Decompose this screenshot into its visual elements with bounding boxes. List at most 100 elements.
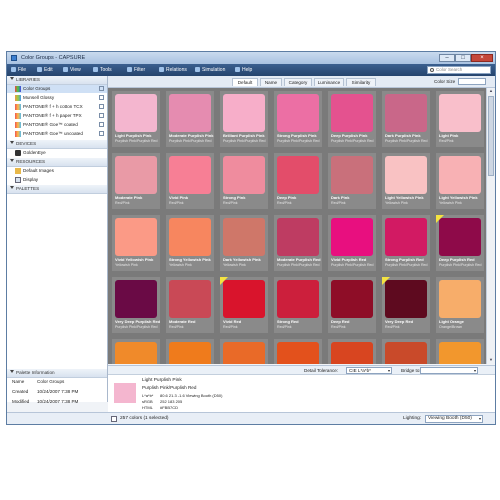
color-size-label: Color Size [434,79,456,84]
tab-luminance[interactable]: Luminance [314,78,344,86]
color-swatch [169,342,211,364]
libraries-header-label: LIBRARIES [16,77,40,82]
scroll-thumb[interactable] [488,96,494,176]
swatch-card[interactable]: Deep Red Red/Pink [328,277,376,333]
swatch-card[interactable]: Strong Purplish Red Purplish Pink/Purplis… [382,215,430,271]
swatch-card[interactable]: Strong Pink Red/Pink [220,153,268,209]
menu-file[interactable]: File [11,66,26,74]
swatch-card[interactable]: Dark Pink Red/Pink [328,153,376,209]
open-icon[interactable] [99,113,104,118]
library-item-goe-uncoated[interactable]: PANTONE® Goe™ uncoated [7,130,107,138]
menu-relations-label: Relations [166,67,187,73]
library-label: PANTONE® Goe™ coated [23,122,78,127]
swatch-card[interactable] [166,339,214,364]
resource-item-display[interactable]: Display [7,176,107,184]
swatch-category: Yellowish Pink [223,263,246,267]
menu-relations[interactable]: Relations [159,66,187,74]
color-size-slider[interactable] [458,78,486,85]
devices-header[interactable]: DEVICES [7,140,107,149]
swatch-card[interactable]: Moderate Purplish Pink Purplish Pink/Purp… [166,91,214,147]
swatch-card[interactable]: Deep Purplish Red Purplish Pink/Purplish … [436,215,484,271]
open-icon[interactable] [99,131,104,136]
swatch-category: Purplish Pink/Purplish Red [115,139,158,143]
tab-category[interactable]: Category [284,78,312,86]
open-icon[interactable] [99,95,104,100]
scroll-up-icon[interactable]: ▲ [488,88,494,94]
menu-help[interactable]: Help [235,66,252,74]
swatch-name: Moderate Red [169,319,196,324]
swatch-card[interactable]: Vivid Purplish Red Purplish Pink/Purplish… [328,215,376,271]
tab-name[interactable]: Name [260,78,282,86]
tab-default[interactable]: Default [232,78,258,86]
swatch-card[interactable]: Light Orange Orange/Brown [436,277,484,333]
library-item-munsell[interactable]: Munsell Glossy [7,94,107,102]
swatch-card[interactable]: Light Yellowish Pink Yellowish Pink [436,153,484,209]
swatch-card[interactable]: Vivid Yellowish Pink Yellowish Pink [112,215,160,271]
swatch-card[interactable]: Vivid Pink Red/Pink [166,153,214,209]
palettes-header[interactable]: PALETTES [7,185,107,194]
swatch-card[interactable]: Moderate Purplish Red Purplish Pink/Purpl… [274,215,322,271]
swatch-card[interactable]: Strong Purplish Pink Purplish Pink/Purpli… [274,91,322,147]
document-icon [111,416,117,422]
menu-help-label: Help [242,67,253,73]
swatch-card[interactable] [382,339,430,364]
menu-edit[interactable]: Edit [37,66,53,74]
swatch-card[interactable]: Very Deep Red Red/Pink [382,277,430,333]
bridge-select[interactable]: ▾ [420,367,478,374]
resources-header[interactable]: RESOURCES [7,158,107,167]
swatch-card[interactable] [220,339,268,364]
color-search-input[interactable]: Color Search [427,66,491,74]
color-swatch [439,342,481,364]
swatch-card[interactable]: Light Purplish Pink Purplish Pink/Purplis… [112,91,160,147]
color-swatch [277,94,319,132]
swatch-card[interactable]: Very Deep Purplish Red Purplish Pink/Purp… [112,277,160,333]
swatch-card[interactable] [112,339,160,364]
swatch-card[interactable]: Light Pink Red/Pink [436,91,484,147]
maximize-button[interactable]: □ [455,54,471,62]
swatch-category: Red/Pink [223,325,238,329]
swatch-card[interactable]: Dark Yellowish Pink Yellowish Pink [220,215,268,271]
library-item-pantone-tcx[interactable]: PANTONE® f + h cotton TCX [7,103,107,111]
color-swatch [331,94,373,132]
swatch-card[interactable]: Moderate Red Red/Pink [166,277,214,333]
vertical-scrollbar[interactable]: ▲ ▼ [486,88,495,364]
swatch-card[interactable]: Strong Yellowish Pink Yellowish Pink [166,215,214,271]
swatch-card[interactable]: Moderate Pink Red/Pink [112,153,160,209]
minimize-button[interactable]: – [439,54,455,62]
swatch-card[interactable] [328,339,376,364]
scroll-down-icon[interactable]: ▼ [488,357,494,363]
open-icon[interactable] [99,122,104,127]
swatch-card[interactable]: Dark Purplish Pink Purplish Pink/Purplish… [382,91,430,147]
library-item-goe-coated[interactable]: PANTONE® Goe™ coated [7,121,107,129]
swatch-card[interactable]: Light Yellowish Pink Yellowish Pink [382,153,430,209]
color-swatch [115,156,157,194]
menu-tools[interactable]: Tools [93,66,112,74]
swatch-card[interactable] [274,339,322,364]
swatch-card[interactable] [436,339,484,364]
swatch-name: Vivid Red [223,319,242,324]
close-button[interactable]: × [471,54,493,62]
swatch-card[interactable]: Deep Pink Red/Pink [274,153,322,209]
library-label: Color Groups [23,86,51,91]
palette-info-header-label: Palette Information [16,370,55,375]
resource-item-default-images[interactable]: Default Images [7,167,107,175]
libraries-header[interactable]: LIBRARIES [7,76,107,85]
library-item-color-groups[interactable]: Color Groups [7,85,107,93]
library-item-pantone-tpx[interactable]: PANTONE® f + h paper TPX [7,112,107,120]
swatch-category: Purplish Pink/Purplish Red [439,263,482,267]
swatch-card[interactable]: Brilliant Purplish Pink Purplish Pink/Pur… [220,91,268,147]
palette-info-header[interactable]: Palette Information [7,369,107,378]
menu-filter[interactable]: Filter [127,66,145,74]
swatch-card[interactable]: Vivid Red Red/Pink [220,277,268,333]
tab-similarity[interactable]: Similarity [346,78,376,86]
menu-view[interactable]: View [63,66,81,74]
tolerance-select[interactable]: CIE L*a*b* ▾ [346,367,392,374]
device-item-goldeneye[interactable]: GoldenEye [7,149,107,157]
lighting-select[interactable]: Viewing Booth (D50) ▾ [425,415,483,423]
swatch-grid: Light Purplish Pink Purplish Pink/Purplis… [108,88,486,364]
swatch-card[interactable]: Strong Red Red/Pink [274,277,322,333]
open-icon[interactable] [99,104,104,109]
swatch-card[interactable]: Deep Purplish Pink Purplish Pink/Purplish… [328,91,376,147]
open-icon[interactable] [99,86,104,91]
menu-simulation[interactable]: Simulation [195,66,225,74]
